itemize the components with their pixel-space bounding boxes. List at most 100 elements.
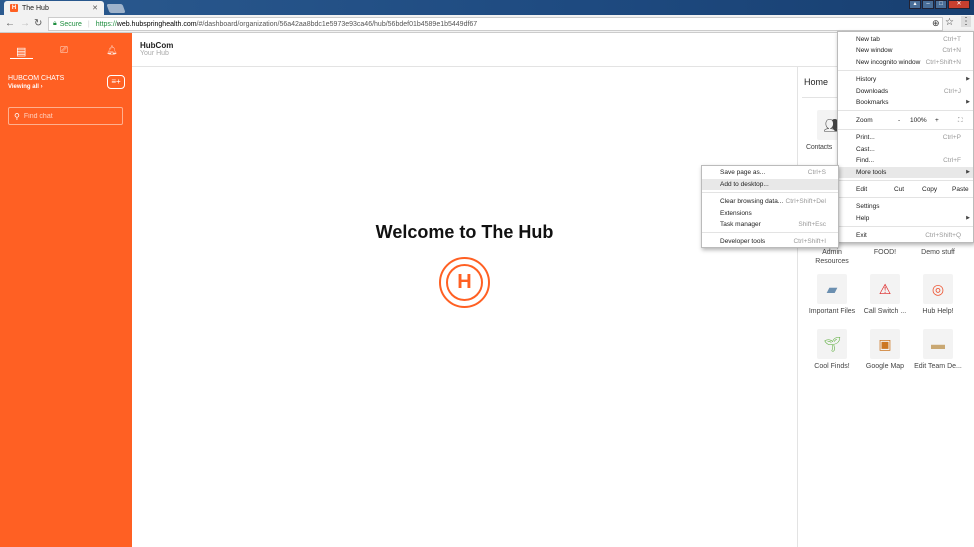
tile-call-switch[interactable]: ⚠ Call Switch ... <box>860 274 910 316</box>
lock-icon: 🔒︎ <box>53 20 57 27</box>
menu-developer-tools[interactable]: Developer tools Ctrl+Shift+I <box>702 236 838 247</box>
profile-button[interactable]: ▴ <box>909 0 921 9</box>
viewing-all-link[interactable]: Viewing all › <box>8 84 43 90</box>
menu-clear-browsing-data[interactable]: Clear browsing data... Ctrl+Shift+Del <box>702 196 838 207</box>
url-scheme: https:// <box>95 20 117 28</box>
menu-print[interactable]: Print... Ctrl+P <box>838 132 973 143</box>
menu-zoom: Zoom - 100% + ⛶ <box>838 115 973 126</box>
cast-icon[interactable]: ⎚ <box>60 45 68 56</box>
url-host: web.hubspringhealth.com <box>116 20 197 28</box>
chat-sidebar: ▤ ⎚ 🔔︎ HUBCOM CHATS Viewing all › ≡+ ⚲ F… <box>0 33 132 547</box>
menu-cast[interactable]: Cast... <box>838 144 973 155</box>
url-text[interactable]: https://web.hubspringhealth.com/#/dashbo… <box>96 21 477 28</box>
tile-demo-stuff[interactable]: Demo stuff <box>913 248 963 257</box>
zoom-value: 100% <box>910 117 927 124</box>
find-chat-input[interactable]: ⚲ Find chat <box>8 107 123 125</box>
tile-label: FOOD! <box>873 249 897 256</box>
warning-icon: ⚠ <box>870 274 900 304</box>
menu-save-page[interactable]: Save page as... Ctrl+S <box>702 167 838 178</box>
logo-letter: H <box>446 264 483 301</box>
tile-food[interactable]: FOOD! <box>860 248 910 257</box>
menu-label: History <box>856 76 877 83</box>
menu-shortcut: Ctrl+S <box>807 169 826 176</box>
menu-shortcut: Ctrl+Shift+N <box>925 59 961 66</box>
menu-label: Print... <box>856 134 875 141</box>
menu-add-to-desktop[interactable]: Add to desktop... <box>702 179 838 190</box>
divider <box>702 232 838 233</box>
tile-hub-help[interactable]: ◎ Hub Help! <box>913 274 963 316</box>
new-tab-button[interactable] <box>106 4 126 13</box>
menu-more-tools[interactable]: More tools ▶ <box>838 167 973 178</box>
tile-admin-resources[interactable]: Admin Resources <box>807 248 857 266</box>
location-icon[interactable]: ⊕ <box>932 18 940 29</box>
tile-cool-finds[interactable]: 🌱︎ Cool Finds! <box>807 329 857 371</box>
zoom-in-button[interactable]: + <box>935 115 939 126</box>
new-chat-button[interactable]: ≡+ <box>107 75 125 89</box>
back-icon[interactable]: ← <box>5 18 15 29</box>
menu-extensions[interactable]: Extensions <box>702 208 838 219</box>
menu-label: Add to desktop... <box>720 181 769 188</box>
folder-icon: ▰ <box>817 274 847 304</box>
chats-icon[interactable]: ▤ <box>16 45 26 58</box>
menu-downloads[interactable]: Downloads Ctrl+J <box>838 86 973 97</box>
lifebuoy-icon: ◎ <box>923 274 953 304</box>
fullscreen-icon[interactable]: ⛶ <box>958 115 963 126</box>
copy-button[interactable]: Copy <box>922 184 937 195</box>
minimize-button[interactable]: – <box>922 0 934 9</box>
menu-new-window[interactable]: New window Ctrl+N <box>838 45 973 56</box>
tile-important-files[interactable]: ▰ Important Files <box>807 274 857 316</box>
menu-label: New window <box>856 47 893 54</box>
menu-bookmarks[interactable]: Bookmarks ▶ <box>838 97 973 108</box>
chrome-menu: New tab Ctrl+T New window Ctrl+N New incog… <box>837 31 974 243</box>
divider <box>838 70 973 71</box>
close-tab-icon[interactable]: ✕ <box>92 4 98 12</box>
menu-history[interactable]: History ▶ <box>838 74 973 85</box>
tile-label: Demo stuff <box>921 249 955 256</box>
tile-google-map[interactable]: ▣ Google Map <box>860 329 910 371</box>
menu-new-tab[interactable]: New tab Ctrl+T <box>838 34 973 45</box>
menu-edit: Edit Cut Copy Paste <box>838 184 973 195</box>
menu-label: Settings <box>856 203 880 210</box>
menu-label: New incognito window <box>856 59 921 66</box>
tile-edit-team[interactable]: ▬ Edit Team De... <box>913 329 963 371</box>
menu-label: Task manager <box>720 221 761 228</box>
submenu-arrow-icon: ▶ <box>966 99 970 105</box>
browser-toolbar: ← → ↻ 🔒︎ Secure | https://web.hubspringh… <box>0 15 974 33</box>
more-tools-submenu: Save page as... Ctrl+S Add to desktop... … <box>701 165 839 248</box>
main-header: HubCom Your Hub <box>132 33 837 67</box>
forward-icon[interactable]: → <box>20 18 30 29</box>
browser-tab[interactable]: H The Hub ✕ <box>4 1 104 15</box>
menu-help[interactable]: Help ▶ <box>838 213 973 224</box>
submenu-arrow-icon: ▶ <box>966 215 970 221</box>
menu-shortcut: Ctrl+P <box>942 134 961 141</box>
close-window-button[interactable]: ✕ <box>948 0 970 9</box>
menu-exit[interactable]: Exit Ctrl+Shift+Q <box>838 230 973 241</box>
search-icon: ⚲ <box>14 111 20 121</box>
paste-button[interactable]: Paste <box>952 184 969 195</box>
url-path: /#/dashboard/organization/56a42aa8bdc1e5… <box>196 20 478 28</box>
menu-task-manager[interactable]: Task manager Shift+Esc <box>702 219 838 230</box>
menu-shortcut: Ctrl+Shift+Del <box>785 198 826 205</box>
bell-icon[interactable]: 🔔︎ <box>106 45 117 56</box>
divider <box>838 180 973 181</box>
zoom-out-button[interactable]: - <box>898 115 900 126</box>
address-bar[interactable]: 🔒︎ Secure | https://web.hubspringhealth.… <box>48 17 943 31</box>
cut-button[interactable]: Cut <box>894 184 904 195</box>
window-titlebar: H The Hub ✕ ▴ – □ ✕ <box>0 0 974 15</box>
hub-subtitle: Your Hub <box>140 50 169 57</box>
folder-icon: ▬ <box>923 329 953 359</box>
menu-label: Zoom <box>856 117 873 124</box>
menu-label: Extensions <box>720 210 752 217</box>
chrome-menu-icon[interactable]: ⋮ <box>961 16 971 27</box>
menu-shortcut: Shift+Esc <box>798 221 826 228</box>
menu-label: New tab <box>856 36 880 43</box>
section-title: HUBCOM CHATS <box>8 75 65 82</box>
maximize-button[interactable]: □ <box>935 0 947 9</box>
menu-new-incognito[interactable]: New incognito window Ctrl+Shift+N <box>838 57 973 68</box>
menu-settings[interactable]: Settings <box>838 201 973 212</box>
bookmark-star-icon[interactable]: ☆ <box>945 17 954 28</box>
map-icon: ▣ <box>870 329 900 359</box>
tile-label: Google Map <box>865 363 905 370</box>
menu-find[interactable]: Find... Ctrl+F <box>838 155 973 166</box>
reload-icon[interactable]: ↻ <box>34 18 42 29</box>
